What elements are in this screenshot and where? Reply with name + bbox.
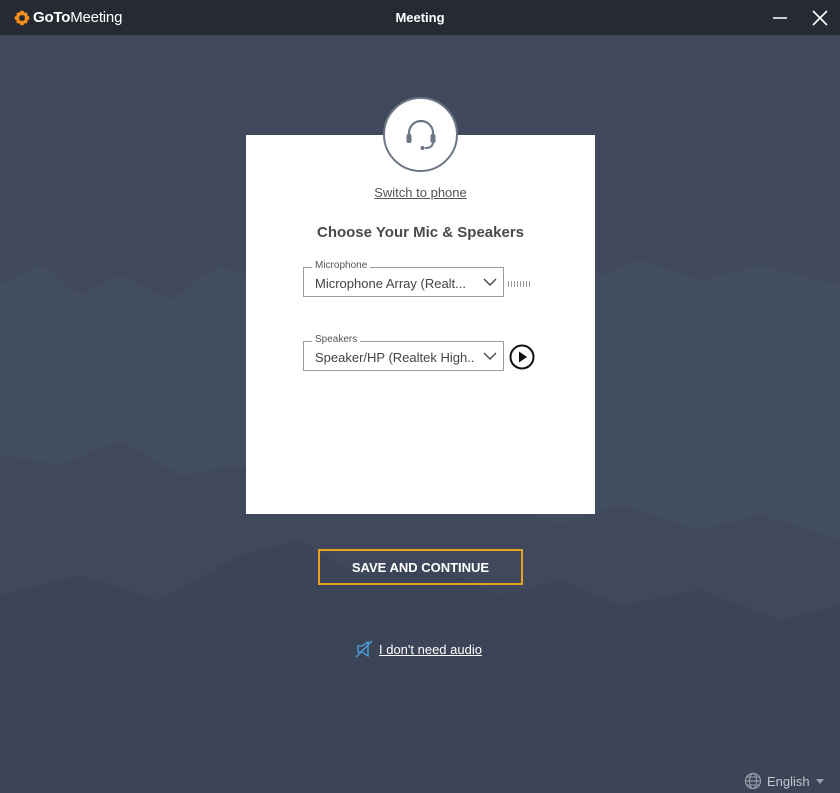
close-icon — [812, 9, 828, 26]
microphone-value: Microphone Array (Realt... — [315, 276, 467, 291]
mic-level-meter — [508, 281, 530, 287]
speakers-value: Speaker/HP (Realtek High... — [315, 350, 475, 365]
card-heading: Choose Your Mic & Speakers — [316, 224, 524, 241]
chevron-down-icon — [483, 278, 497, 286]
close-button[interactable] — [800, 0, 840, 35]
headset-badge — [383, 97, 458, 172]
logo-bold: GoTo — [33, 9, 71, 26]
no-audio-text: I don't need audio — [379, 641, 482, 657]
headset-icon — [406, 119, 435, 150]
title-bar: GoToMeeting Meeting — [0, 0, 840, 35]
window-title: Meeting — [395, 10, 445, 25]
minimize-button[interactable] — [760, 0, 800, 35]
gotomeeting-flower-icon — [14, 10, 30, 25]
logo-text: GoToMeeting — [33, 9, 122, 26]
speakers-select[interactable]: Speakers Speaker/HP (Realtek High... — [303, 334, 504, 371]
no-audio-link[interactable]: I don't need audio — [355, 640, 482, 658]
globe-icon — [744, 772, 762, 790]
switch-to-phone-link[interactable]: Switch to phone — [246, 185, 595, 200]
logo-regular: Meeting — [70, 9, 123, 26]
language-selector[interactable]: English — [744, 772, 824, 790]
chevron-down-icon — [483, 352, 497, 360]
microphone-label: Microphone — [312, 260, 371, 272]
caret-down-icon — [815, 778, 824, 784]
minimize-icon — [773, 16, 787, 19]
language-label: English — [767, 773, 810, 789]
gotomeeting-logo: GoToMeeting — [14, 9, 122, 26]
play-test-sound-button[interactable] — [509, 344, 535, 370]
save-and-continue-button[interactable]: SAVE AND CONTINUE — [318, 549, 523, 585]
speakers-label: Speakers — [312, 334, 361, 346]
speaker-muted-icon — [355, 640, 373, 658]
microphone-select[interactable]: Microphone Microphone Array (Realt... — [303, 260, 504, 297]
